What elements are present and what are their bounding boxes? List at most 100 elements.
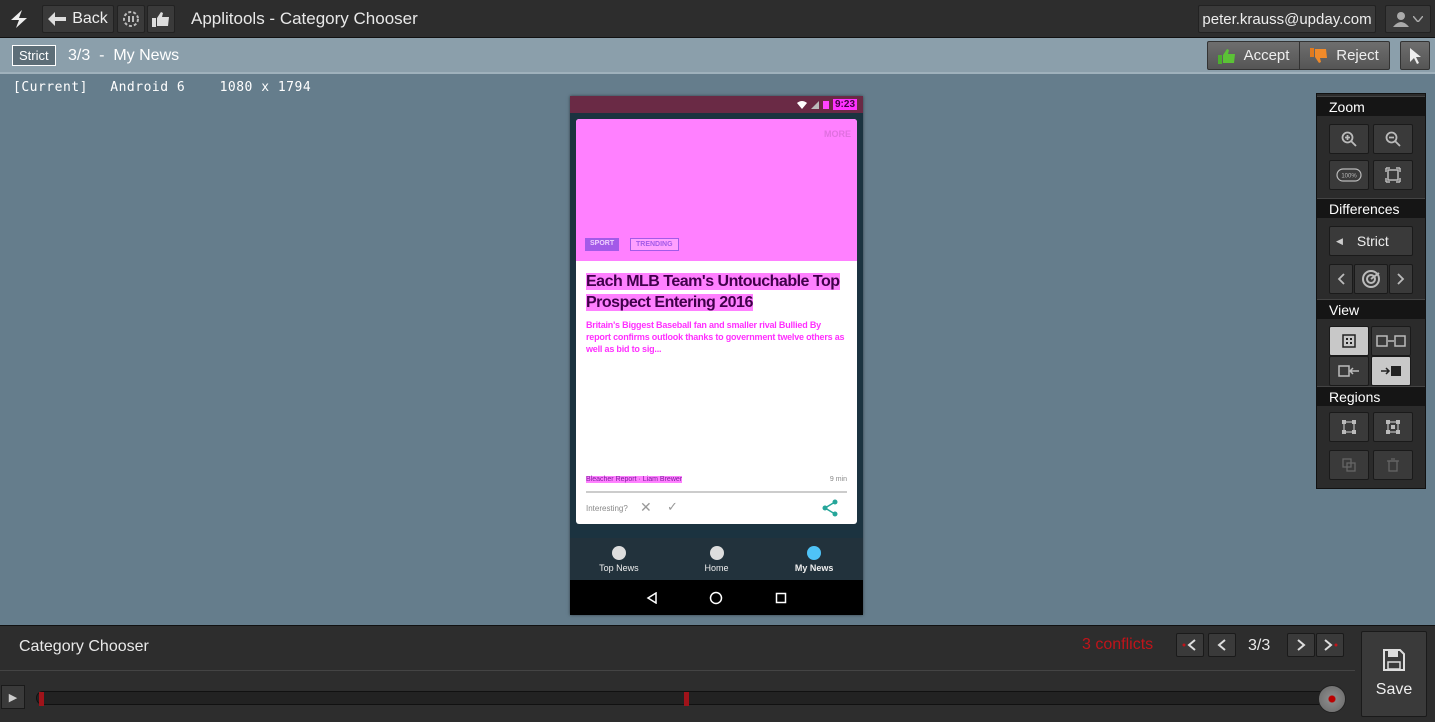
app-bottom-nav: Top News Home My News (570, 538, 863, 580)
timeline-separator (0, 670, 1355, 671)
nav-my-news: My News (765, 538, 863, 580)
radar-button[interactable] (1354, 264, 1388, 294)
radar-icon (1362, 270, 1380, 288)
arrow-left-icon (48, 12, 67, 26)
card-divider (586, 491, 847, 493)
fit-to-screen-button[interactable] (1373, 160, 1413, 190)
timeline-marker[interactable] (39, 692, 44, 706)
share-icon (822, 499, 838, 517)
back-triangle-icon (646, 591, 657, 604)
view-single-button[interactable] (1329, 326, 1369, 356)
batch-status-button[interactable] (117, 5, 145, 33)
article-card: MORE SPORT TRENDING Each MLB Team's Unto… (576, 119, 857, 524)
last-step-button[interactable] (1316, 633, 1344, 657)
copy-region-button[interactable] (1329, 450, 1369, 480)
timeline-playhead[interactable] (1318, 685, 1346, 713)
reject-label: Reject (1336, 47, 1379, 64)
play-icon: ▶ (8, 691, 18, 704)
delete-region-button[interactable] (1373, 450, 1413, 480)
view-baseline-button[interactable] (1329, 356, 1369, 386)
zoom-in-button[interactable] (1329, 124, 1369, 154)
applitools-logo-icon[interactable] (4, 5, 34, 33)
copy-icon (1342, 458, 1356, 472)
step-bar: Strict 3/3 - My News Accept Reject (0, 38, 1435, 74)
chevron-right-icon (1297, 639, 1306, 651)
save-label: Save (1375, 681, 1413, 698)
floppy-disk-icon (1383, 649, 1405, 671)
home-circle-icon (710, 591, 723, 604)
recents-square-icon (775, 592, 787, 603)
select-tool-button[interactable] (1400, 41, 1430, 70)
actual-size-icon: 100% (1336, 168, 1362, 182)
image-state: [Current] (13, 80, 88, 95)
user-email-button[interactable]: peter.krauss@upday.com (1198, 5, 1376, 33)
last-icon (1324, 639, 1338, 651)
screenshot-viewer[interactable]: 9:23 MORE SPORT TRENDING Each MLB Team's… (570, 96, 863, 615)
globe-icon (611, 545, 626, 560)
thumbs-up-icon (1217, 48, 1235, 64)
status-time: 9:23 (832, 99, 857, 110)
zoom-100-button[interactable]: 100% (1329, 160, 1369, 190)
next-difference-button[interactable] (1389, 264, 1413, 294)
tag-sport: SPORT (585, 238, 620, 251)
resolution-label: 1080 x 1794 (219, 80, 312, 95)
svg-text:100%: 100% (1341, 174, 1357, 180)
trash-icon (1387, 458, 1399, 472)
region-icon (1342, 420, 1356, 434)
user-menu-button[interactable] (1385, 5, 1431, 33)
wifi-icon (796, 100, 807, 109)
battery-icon (822, 101, 829, 109)
back-button[interactable]: Back (42, 5, 114, 33)
next-step-button[interactable] (1287, 633, 1315, 657)
interesting-label: Interesting? (586, 504, 628, 513)
single-view-icon (1342, 334, 1356, 348)
article-source: Bleacher Report · Liam Brewer (586, 476, 683, 483)
android-nav-bar (570, 580, 863, 615)
step-counter: 3/3 (1248, 637, 1271, 654)
platform-label: Android 6 (110, 80, 186, 95)
regions-section-title: Regions (1317, 386, 1425, 406)
android-status-bar: 9:23 (570, 96, 863, 113)
dismiss-icon: ✕ (640, 499, 652, 515)
article-snippet: Britain's Biggest Baseball fan and small… (586, 320, 845, 354)
tag-trending: TRENDING (630, 238, 679, 251)
play-button[interactable]: ▶ (1, 685, 25, 709)
accept-label: Accept (1243, 47, 1290, 64)
match-level-badge: Strict (12, 45, 56, 66)
zoom-out-icon (1385, 131, 1401, 147)
view-side-by-side-button[interactable] (1371, 326, 1411, 356)
nav-home: Home (668, 538, 766, 580)
step-title: 3/3 - My News (68, 47, 180, 64)
top-bar: Back Applitools - Category Chooser peter… (0, 0, 1435, 38)
prev-step-button[interactable] (1208, 633, 1236, 657)
select-region-button[interactable] (1373, 412, 1413, 442)
image-info: [Current] Android 6 1080 x 1794 (13, 80, 325, 95)
test-name: Category Chooser (19, 638, 149, 655)
zoom-out-button[interactable] (1373, 124, 1413, 154)
first-icon (1182, 639, 1196, 651)
chevron-right-icon (1397, 273, 1405, 285)
app-title: Applitools - Category Chooser (191, 9, 418, 28)
match-level-value: Strict (1356, 233, 1389, 249)
conflicts-count[interactable]: 3 conflicts (1082, 636, 1153, 654)
match-level-select[interactable]: ◀ Strict (1329, 226, 1413, 256)
accept-all-button[interactable] (147, 5, 175, 33)
more-label: MORE (824, 129, 851, 139)
timeline-marker[interactable] (684, 692, 689, 706)
reject-button[interactable]: Reject (1300, 41, 1390, 70)
baseline-view-icon (1338, 365, 1359, 377)
accept-button[interactable]: Accept (1207, 41, 1300, 70)
save-button[interactable]: Save (1361, 631, 1427, 717)
chevron-left-icon (1217, 639, 1226, 651)
prev-difference-button[interactable] (1329, 264, 1353, 294)
thumbs-up-icon (152, 12, 169, 27)
add-region-button[interactable] (1329, 412, 1369, 442)
first-step-button[interactable] (1176, 633, 1204, 657)
bottom-bar: Category Chooser 3 conflicts 3/3 Save ▶ (0, 625, 1435, 722)
view-checkpoint-button[interactable] (1371, 356, 1411, 386)
timeline-track[interactable] (36, 691, 1336, 706)
read-time: 9 min (829, 476, 847, 483)
chevron-left-icon (1337, 273, 1345, 285)
signal-icon (810, 100, 819, 109)
tools-panel: Zoom 100% Differences ◀ Strict View Regi… (1316, 93, 1426, 489)
